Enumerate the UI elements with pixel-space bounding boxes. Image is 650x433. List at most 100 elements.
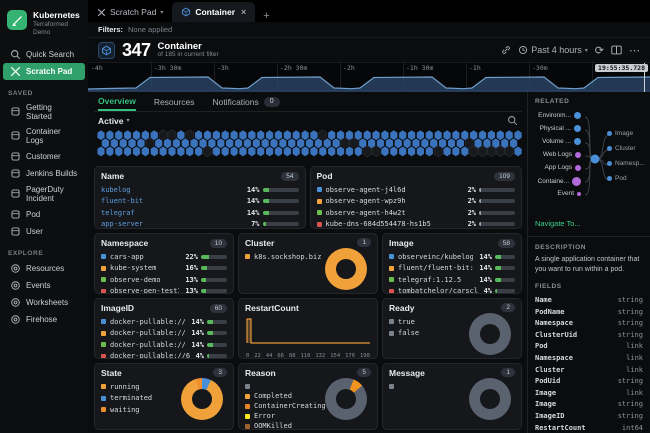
legend-row[interactable]: terminated — [101, 393, 181, 405]
legend-row[interactable]: k8s.sockshop.biz — [245, 251, 325, 263]
related-node[interactable]: Cluster — [607, 145, 636, 152]
facet-row[interactable]: observe-agent-j4l6d 2% — [317, 184, 516, 196]
related-node[interactable]: Event — [535, 190, 581, 197]
legend-row[interactable]: true — [389, 316, 469, 328]
legend-row[interactable]: Error — [245, 411, 325, 421]
node-dot — [607, 176, 612, 181]
legend-row[interactable]: OOMKilled — [245, 421, 325, 430]
facet-value-link[interactable]: kubelog — [101, 186, 241, 194]
tab-overview[interactable]: Overview — [98, 92, 136, 111]
field-row: Cluster link — [535, 364, 643, 376]
sidebar-item-label: Getting Started — [26, 103, 78, 121]
sidebar-item-icon — [10, 168, 21, 179]
sidebar-item[interactable]: Resources — [3, 260, 85, 277]
legend-row[interactable]: ContainerCreating — [245, 401, 325, 411]
sidebar-item-scratch-pad[interactable]: Scratch Pad — [3, 63, 85, 80]
facet-row[interactable]: app-server 7% — [101, 219, 299, 230]
facet-row[interactable]: observe-demo 13% — [101, 274, 227, 286]
facet-row[interactable]: observe-agent-wpz9h 2% — [317, 196, 516, 208]
active-dropdown[interactable]: Active — [98, 116, 124, 126]
close-tab-icon[interactable]: × — [241, 7, 246, 17]
node-label: Cluster — [615, 145, 636, 152]
sidebar-item[interactable]: User — [3, 223, 85, 240]
sidebar-item-quick-search[interactable]: Quick Search — [3, 46, 85, 63]
series-swatch — [101, 289, 106, 294]
legend-row[interactable]: Completed — [245, 391, 325, 401]
facet-row[interactable]: telegraf 14% — [101, 207, 299, 219]
refresh-button[interactable]: ⟳ — [595, 44, 604, 57]
navigate-to-link[interactable]: Navigate To... — [535, 219, 643, 228]
tab-notifications[interactable]: Notifications 0 — [212, 92, 279, 111]
facet-percent: 2% — [468, 209, 476, 217]
related-node[interactable]: App Logs — [535, 164, 581, 171]
facet-value: observe-agent-wpz9h — [326, 197, 462, 205]
tab-scratch-pad[interactable]: Scratch Pad ▾ — [88, 2, 172, 22]
legend-row[interactable]: waiting — [101, 404, 181, 416]
time-range-brush[interactable]: -4h-3h 30m-3h-2h 30m-2h-1h 30m-1h-30m 19… — [88, 62, 650, 91]
facet-value-link[interactable]: fluent-bit — [101, 197, 241, 205]
sidebar-item[interactable]: Events — [3, 277, 85, 294]
related-node[interactable]: Pod — [607, 175, 627, 182]
sidebar-item[interactable]: Container Logs — [3, 124, 85, 148]
tab-resources[interactable]: Resources — [154, 92, 195, 111]
related-node[interactable]: Image — [607, 130, 633, 137]
share-link-button[interactable] — [501, 45, 511, 55]
legend-row[interactable]: running — [101, 381, 181, 393]
new-tab-button[interactable]: + — [255, 10, 277, 22]
legend-row[interactable] — [389, 381, 469, 393]
sidebar-item[interactable]: Worksheets — [3, 294, 85, 311]
field-name: ImageID — [535, 412, 565, 420]
sidebar-item[interactable]: Jenkins Builds — [3, 165, 85, 182]
facet-row[interactable]: tombatchelor/carscleanup 4% — [389, 286, 515, 295]
node-dot — [574, 125, 581, 132]
time-range-picker[interactable]: Past 4 hours ▾ — [518, 45, 588, 55]
facet-row[interactable]: telegraf:1.12.5 14% — [389, 274, 515, 286]
related-node[interactable]: Environm... — [535, 112, 581, 119]
facet-row[interactable]: cars-app 22% — [101, 251, 227, 263]
facet-row[interactable]: docker-pullable://observ 14% — [101, 316, 227, 328]
panel-count-badge: 5 — [357, 368, 371, 377]
sidebar-item[interactable]: Customer — [3, 148, 85, 165]
filters-bar[interactable]: Filters: None applied — [88, 22, 650, 38]
sidebar-item[interactable]: Getting Started — [3, 100, 85, 124]
layout-toggle-button[interactable] — [611, 45, 622, 55]
instance-honeycomb[interactable] — [94, 129, 522, 162]
facet-row[interactable]: docker-pullable://telegr 14% — [101, 339, 227, 351]
series-swatch — [389, 254, 394, 259]
related-node[interactable]: Containe... — [535, 177, 581, 186]
sidebar-item[interactable]: Pod — [3, 206, 85, 223]
panel-title: ImageID — [101, 303, 134, 313]
panel-count-badge: 1 — [357, 238, 371, 247]
sidebar-item[interactable]: Firehose — [3, 311, 85, 328]
field-type: string — [618, 331, 643, 339]
facet-row[interactable]: kube-dns-684d554478-hs1b5 2% — [317, 219, 516, 230]
search-icon[interactable] — [507, 115, 518, 126]
facet-row[interactable]: observe-agent-h4w2t 2% — [317, 207, 516, 219]
facet-row[interactable]: docker-pullable://682401 4% — [101, 351, 227, 360]
facet-row[interactable]: kubelog 14% — [101, 184, 299, 196]
field-type: string — [618, 400, 643, 408]
panel-title: State — [101, 368, 122, 378]
facet-value-link[interactable]: telegraf — [101, 209, 241, 217]
related-node[interactable]: Web Logs — [535, 151, 581, 158]
related-node[interactable]: Namesp... — [607, 160, 645, 167]
facet-row[interactable]: observe-pen-test1 13% — [101, 286, 227, 295]
legend-row[interactable] — [245, 381, 325, 391]
related-node[interactable]: Volume ... — [535, 138, 581, 145]
related-node[interactable]: Physical ... — [535, 125, 581, 132]
series-swatch — [389, 277, 394, 282]
node-dot — [575, 165, 581, 171]
facet-row[interactable]: observeinc/kubelog 14% — [389, 251, 515, 263]
facet-row[interactable]: kube-system 16% — [101, 263, 227, 275]
facet-row[interactable]: fluent-bit 14% — [101, 196, 299, 208]
more-options-button[interactable]: ⋯ — [629, 44, 640, 57]
facet-value-link[interactable]: app-server — [101, 220, 245, 228]
tab-container[interactable]: Container × — [172, 2, 255, 22]
facet-row[interactable]: fluent/fluent-bit:1.4.3 14% — [389, 263, 515, 275]
legend-row[interactable]: false — [389, 328, 469, 340]
facet-value: kube-system — [110, 264, 179, 272]
workspace-header[interactable]: Kubernetes Terraformed Demo — [0, 6, 88, 46]
facet-row[interactable]: docker-pullable://fluent 14% — [101, 328, 227, 340]
node-label: Volume ... — [542, 138, 571, 145]
sidebar-item[interactable]: PagerDuty Incident — [3, 182, 85, 206]
